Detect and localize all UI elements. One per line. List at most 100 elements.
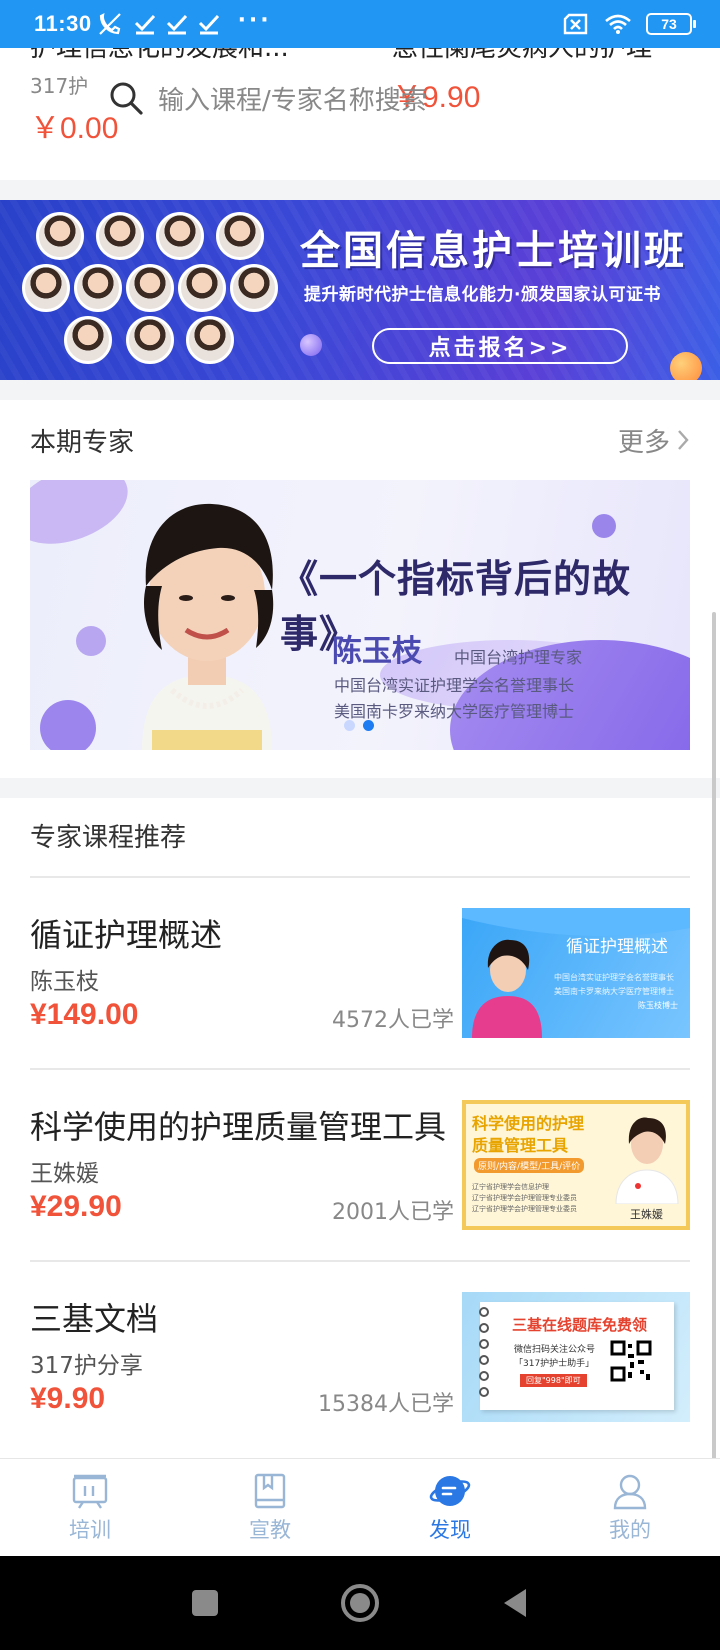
wifi-icon [605, 14, 631, 34]
course-learners: 15384人已学 [318, 1392, 454, 1417]
back-button[interactable] [500, 1587, 530, 1619]
expert-avatar [186, 316, 234, 364]
decor-dot [300, 334, 322, 356]
course-thumbnail: 科学使用的护理 质量管理工具 原则/内容/模型/工具/评价 辽宁省护理学会信息护… [462, 1100, 690, 1230]
system-nav-bar [0, 1556, 720, 1650]
decor-dot [670, 352, 702, 380]
promo-banner[interactable]: 全国信息护士培训班 提升新时代护士信息化能力·颁发国家认可证书 点击报名>> [0, 200, 720, 380]
product-title: 护理信息化的发展和... [30, 48, 289, 63]
expert-avatar [230, 264, 278, 312]
more-link[interactable]: 更多 [618, 422, 690, 459]
expert-carousel-slide[interactable]: 《一个指标背后的故事》 陈玉枝 中国台湾护理专家 中国台湾实证护理学会名誉理事长… [30, 480, 690, 750]
course-price: ¥9.90 [30, 1382, 106, 1415]
expert-avatar [74, 264, 122, 312]
register-button[interactable]: 点击报名>> [372, 328, 628, 364]
thumb-tag: 原则/内容/模型/工具/评价 [474, 1158, 585, 1173]
course-item[interactable]: 循证护理概述 陈玉枝 ¥149.00 4572人已学 循证护理概述 中国台湾实证… [30, 878, 690, 1070]
sim-disabled-icon [563, 13, 588, 35]
expert-avatar [178, 264, 226, 312]
status-time: 11:30 [34, 11, 92, 36]
more-label: 更多 [617, 427, 670, 458]
scrollbar[interactable] [712, 612, 716, 1472]
status-bar: 11:30 ··· 73 [0, 0, 720, 48]
thumb-button: 回复"998"即可 [520, 1374, 587, 1387]
decor-circle [76, 626, 106, 656]
check-icon [198, 14, 219, 35]
thumb-line: 美国南卡罗来纳大学医疗管理博士 [554, 987, 674, 996]
thumb-title: 循证护理概述 [566, 937, 668, 957]
tab-discover[interactable]: 发现 [360, 1459, 540, 1556]
decor-circle [40, 700, 96, 750]
banner-subtitle: 提升新时代护士信息化能力·颁发国家认可证书 [304, 285, 661, 305]
experts-header: 本期专家 更多 [0, 400, 720, 480]
qr-code-icon [610, 1340, 652, 1382]
course-thumbnail: 循证护理概述 中国台湾实证护理学会名誉理事长 美国南卡罗来纳大学医疗管理博士 陈… [462, 908, 690, 1038]
tab-label: 培训 [69, 1517, 111, 1542]
course-learners: 2001人已学 [332, 1200, 454, 1225]
section-title: 本期专家 [30, 427, 135, 458]
search-bar[interactable]: 输入课程/专家名称搜索 [108, 72, 628, 124]
course-name: 科学使用的护理质量管理工具 [30, 1108, 447, 1146]
thumb-line: 微信扫码关注公众号 [514, 1345, 596, 1355]
expert-name: 陈玉枝 [332, 634, 422, 669]
book-icon [254, 1473, 286, 1508]
check-icon [134, 14, 155, 35]
thumb-line: 辽宁省护理学会护理管理专业委员 [472, 1205, 577, 1213]
carousel-dot-active[interactable] [363, 720, 374, 731]
expert-avatar [126, 264, 174, 312]
chevron-right-icon [678, 430, 689, 450]
expert-avatar [156, 212, 204, 260]
course-author: 陈玉枝 [30, 969, 99, 995]
thumb-line: 陈玉枝博士 [638, 1001, 678, 1010]
course-item[interactable]: 三基文档 317护分享 ¥9.90 15384人已学 三基在线题库免费领 微信扫… [30, 1262, 690, 1454]
tab-education[interactable]: 宣教 [180, 1459, 360, 1556]
carousel-dot[interactable] [344, 720, 355, 731]
search-input[interactable]: 输入课程/专家名称搜索 [158, 80, 427, 117]
course-author: 317护分享 [30, 1353, 143, 1379]
expert-role: 中国台湾护理专家 [454, 648, 583, 667]
home-button[interactable] [340, 1583, 380, 1623]
section-title: 专家课程推荐 [30, 798, 690, 878]
product-title: 急性阑尾炎病人的护理 [392, 48, 653, 63]
status-notification-icons: ··· [98, 8, 272, 36]
decor-circle [592, 514, 616, 538]
thumb-line: 「317护护士助手」 [514, 1359, 595, 1369]
expert-degree: 美国南卡罗来纳大学医疗管理博士 [334, 702, 575, 721]
thumb-line: 中国台湾实证护理学会名誉理事长 [554, 973, 674, 982]
course-price: ¥29.90 [30, 1190, 122, 1223]
thumb-line: 辽宁省护理学会护理管理专业委员 [472, 1194, 577, 1202]
banner-title: 全国信息护士培训班 [300, 228, 687, 274]
expert-portrait [142, 503, 274, 750]
expert-avatar [216, 212, 264, 260]
thumb-title: 质量管理工具 [472, 1136, 569, 1155]
course-author: 王姝媛 [30, 1161, 99, 1187]
discover-icon [429, 1475, 471, 1506]
training-icon [72, 1474, 108, 1509]
more-notifications-icon: ··· [237, 7, 272, 33]
thumb-title: 科学使用的护理 [472, 1114, 585, 1133]
course-thumbnail: 三基在线题库免费领 微信扫码关注公众号 「317护护士助手」 回复"998"即可 [462, 1292, 690, 1422]
courses-section: 专家课程推荐 循证护理概述 陈玉枝 ¥149.00 4572人已学 循证护理概述… [0, 798, 720, 1458]
battery-indicator: 73 [646, 13, 696, 35]
recents-button[interactable] [190, 1588, 220, 1618]
course-name: 循证护理概述 [30, 916, 223, 954]
tab-label: 宣教 [249, 1517, 291, 1542]
tab-label: 我的 [609, 1517, 651, 1542]
thumb-line: 辽宁省护理学会信息护理 [472, 1183, 549, 1191]
check-icon [166, 14, 187, 35]
thumb-name: 王姝媛 [630, 1208, 663, 1221]
expert-avatar [36, 212, 84, 260]
expert-avatar [96, 212, 144, 260]
tab-training[interactable]: 培训 [0, 1459, 180, 1556]
thumb-portrait [615, 1117, 679, 1204]
carousel-indicator [344, 720, 374, 731]
course-item[interactable]: 科学使用的护理质量管理工具 王姝媛 ¥29.90 2001人已学 科学使用的护理… [30, 1070, 690, 1262]
course-price: ¥149.00 [30, 998, 139, 1031]
profile-icon [613, 1474, 647, 1509]
expert-title: 中国台湾实证护理学会名誉理事长 [334, 676, 575, 695]
notebook-rings [479, 1307, 489, 1397]
tab-profile[interactable]: 我的 [540, 1459, 720, 1556]
experts-section: 本期专家 更多 《一个指标背后的故事》 陈玉枝 中国台湾护理专家 中国台湾实证护… [0, 400, 720, 778]
expert-avatar [22, 264, 70, 312]
expert-avatar [64, 316, 112, 364]
